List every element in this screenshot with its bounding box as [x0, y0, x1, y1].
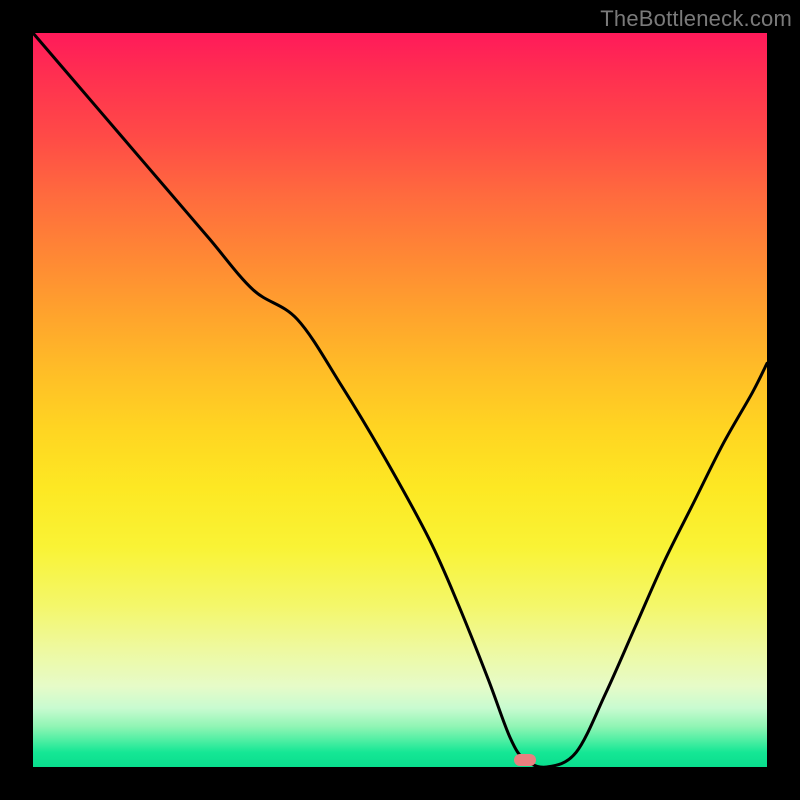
chart-frame: TheBottleneck.com [0, 0, 800, 800]
bottleneck-curve-path [33, 33, 767, 767]
optimal-point-marker [514, 754, 536, 766]
line-chart-svg [33, 33, 767, 767]
watermark-text: TheBottleneck.com [600, 6, 792, 32]
plot-area [33, 33, 767, 767]
